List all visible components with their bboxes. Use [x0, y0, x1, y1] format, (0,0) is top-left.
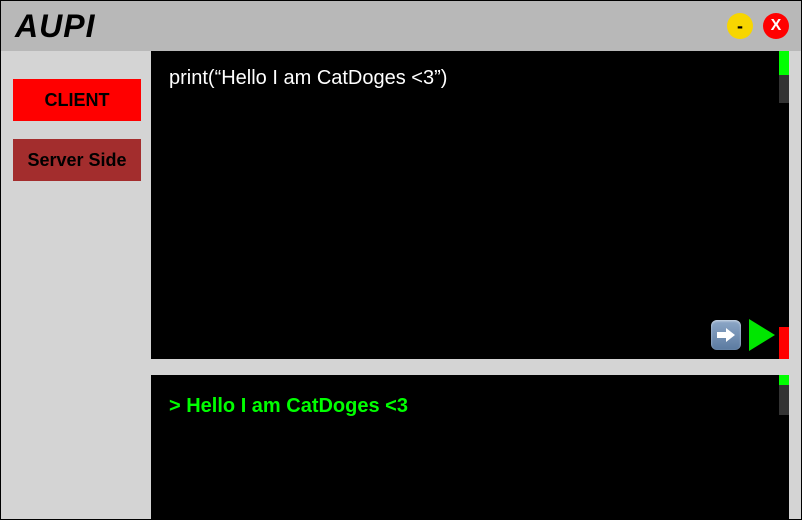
output-console[interactable]: > Hello I am CatDoges <3	[151, 375, 789, 519]
sidebar-item-label: Server Side	[27, 150, 126, 171]
editor-edge-markers	[779, 51, 789, 359]
run-button[interactable]	[749, 319, 775, 351]
code-text: print(“Hello I am CatDoges <3”)	[169, 67, 771, 90]
run-controls	[711, 319, 775, 351]
window-controls: - X	[727, 13, 789, 39]
sidebar-item-client[interactable]: CLIENT	[13, 79, 141, 121]
marker-green	[779, 51, 789, 75]
sidebar-item-server[interactable]: Server Side	[13, 139, 141, 181]
marker-dark	[779, 75, 789, 103]
app-title: AUPI	[15, 8, 727, 45]
sidebar-item-label: CLIENT	[45, 90, 110, 111]
content: print(“Hello I am CatDoges <3”)	[151, 51, 801, 519]
main-area: CLIENT Server Side print(“Hello I am Cat…	[1, 51, 801, 519]
editor-wrap: print(“Hello I am CatDoges <3”)	[151, 51, 789, 359]
marker-red	[779, 327, 789, 359]
titlebar: AUPI - X	[1, 1, 801, 51]
output-line: > Hello I am CatDoges <3	[169, 395, 771, 418]
arrow-right-icon	[717, 328, 735, 342]
step-button[interactable]	[711, 320, 741, 350]
output-wrap: > Hello I am CatDoges <3	[151, 375, 789, 519]
close-button[interactable]: X	[763, 13, 789, 39]
marker-green	[779, 375, 789, 385]
output-edge-markers	[779, 375, 789, 519]
code-editor[interactable]: print(“Hello I am CatDoges <3”)	[151, 51, 789, 359]
close-icon: X	[771, 17, 782, 35]
marker-dark	[779, 385, 789, 415]
sidebar: CLIENT Server Side	[1, 51, 151, 519]
minimize-button[interactable]: -	[727, 13, 753, 39]
minimize-icon: -	[737, 17, 743, 35]
